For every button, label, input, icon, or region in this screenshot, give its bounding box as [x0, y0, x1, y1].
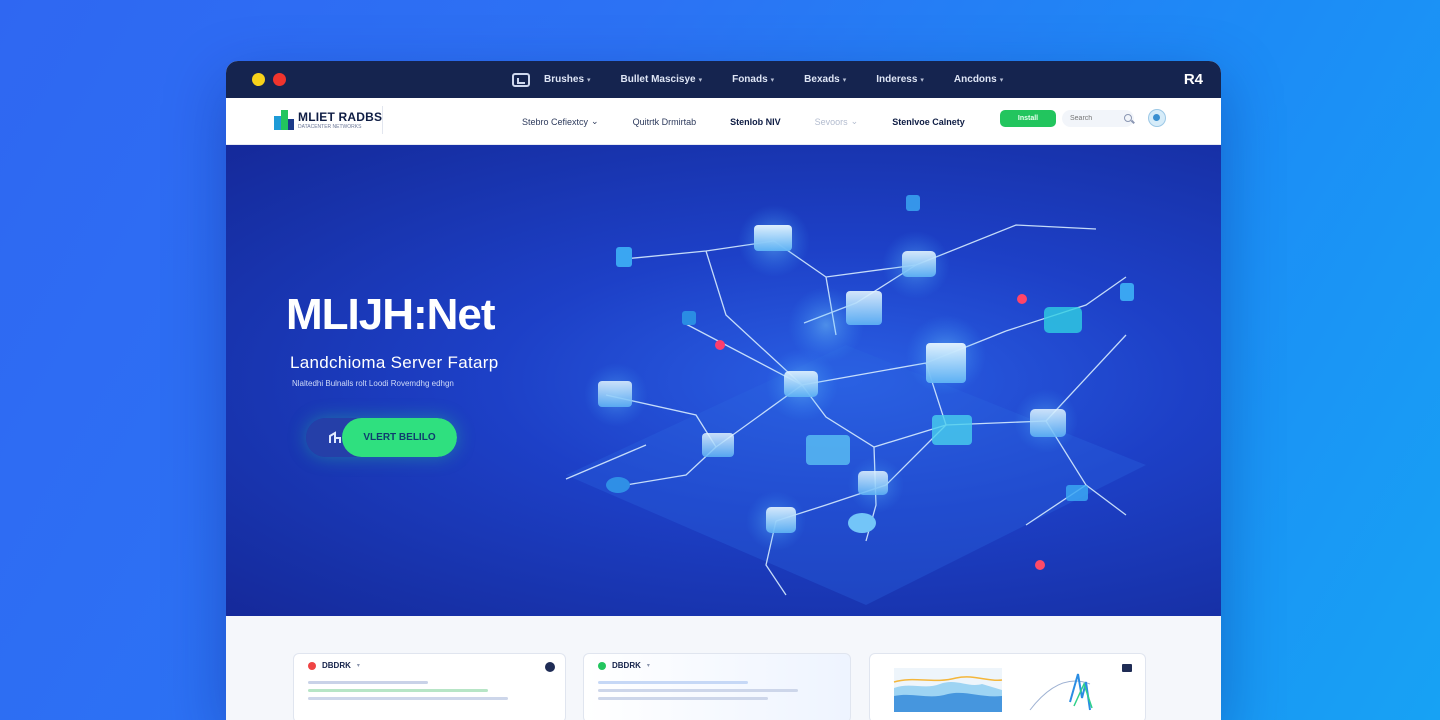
chevron-down-icon[interactable]: ▾	[357, 662, 360, 669]
menu-item-6[interactable]: Ancdons ▾	[954, 74, 1003, 85]
dashboard-cards: DBDRK ▾ DBDRK ▾	[226, 616, 1221, 720]
nav-link-5[interactable]: Stenlvoe Calnety	[892, 117, 965, 127]
chevron-down-icon: ▾	[999, 76, 1004, 84]
menu-item-2[interactable]: Bullet Mascisye ▾	[621, 74, 703, 85]
nav-link-4[interactable]: Sevoors ⌄	[815, 116, 859, 127]
site-logo[interactable]: MLIET RADBS DATACENTER NETWORKS	[274, 110, 382, 130]
title-bar: Brushes ▾ Bullet Mascisye ▾ Fonads ▾ Bexads…	[226, 61, 1221, 98]
chart-card[interactable]	[869, 653, 1146, 720]
hero-section: MLIJH:Net Landchioma Server Fatarp Nlalt…	[226, 145, 1221, 616]
chevron-down-icon: ⌄	[591, 116, 599, 126]
info-icon[interactable]	[545, 662, 555, 672]
avatar[interactable]	[1148, 109, 1166, 127]
hero-subtitle: Landchioma Server Fatarp	[290, 353, 499, 372]
chevron-down-icon: ▾	[842, 76, 847, 84]
chevron-down-icon: ▾	[587, 76, 591, 84]
menu-item-1[interactable]: Brushes ▾	[544, 74, 591, 85]
hero-cta-label: VLERT BELILO	[342, 418, 457, 457]
site-navbar: MLIET RADBS DATACENTER NETWORKS Stebro C…	[226, 98, 1221, 145]
logo-mark-icon	[274, 110, 294, 130]
search-icon[interactable]	[1124, 114, 1132, 122]
status-dot	[598, 661, 606, 670]
chevron-down-icon[interactable]: ▾	[647, 662, 650, 669]
menu-item-5[interactable]: Inderess ▾	[876, 74, 924, 85]
window-label[interactable]: R4	[1184, 71, 1203, 88]
card-title: DBDRK	[612, 661, 641, 670]
browser-window: Brushes ▾ Bullet Mascisye ▾ Fonads ▾ Bexads…	[226, 61, 1221, 720]
menu-item-3[interactable]: Fonads ▾	[732, 74, 774, 85]
chart-icon[interactable]	[512, 72, 530, 87]
hero-cta-button[interactable]: VLERT BELILO	[306, 418, 457, 457]
status-dot	[308, 661, 316, 670]
network-illustration	[565, 195, 1146, 605]
nav-link-1[interactable]: Stebro Cefiextcy ⌄	[522, 116, 599, 127]
menu-item-4[interactable]: Bexads ▾	[804, 74, 846, 85]
nav-links: Stebro Cefiextcy ⌄ Quitrtk Drmirtab Stenl…	[522, 98, 999, 145]
chevron-down-icon: ⌄	[850, 116, 859, 126]
nav-link-2[interactable]: Quitrtk Drmirtab	[633, 117, 697, 127]
divider	[382, 106, 383, 134]
app-menu: Brushes ▾ Bullet Mascisye ▾ Fonads ▾ Bexads…	[512, 61, 1033, 98]
hero-note: Nlaltedhi Bulnalls rolt Loodi Rovemdhg e…	[292, 379, 454, 388]
area-chart-thumbnail	[893, 664, 1132, 712]
window-controls	[252, 73, 286, 86]
nav-link-3[interactable]: Stenlob NIV	[730, 117, 781, 127]
logo-subtitle: DATACENTER NETWORKS	[298, 123, 362, 130]
status-card-2[interactable]: DBDRK ▾	[583, 653, 851, 720]
install-button[interactable]: Install	[1000, 110, 1056, 127]
minimize-dot[interactable]	[252, 73, 265, 86]
card-title: DBDRK	[322, 661, 351, 670]
chevron-down-icon: ▾	[770, 76, 775, 84]
close-dot[interactable]	[273, 73, 286, 86]
chevron-down-icon: ▾	[698, 76, 703, 84]
logo-title: MLIET RADBS	[298, 109, 383, 124]
hero-title: MLIJH:Net	[286, 290, 496, 339]
chevron-down-icon: ▾	[920, 76, 924, 84]
status-card-1[interactable]: DBDRK ▾	[293, 653, 566, 720]
